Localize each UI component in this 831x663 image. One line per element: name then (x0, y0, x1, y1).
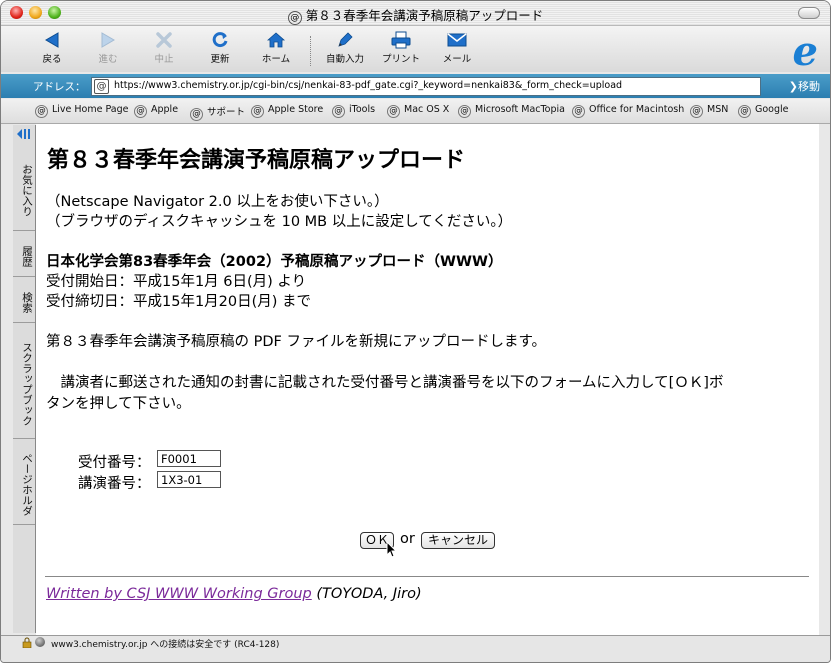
tab-scrapbook[interactable]: スクラップブック (13, 323, 35, 439)
receipt-number-input[interactable]: F0001 (157, 450, 221, 467)
favorite-at-icon: @ (572, 105, 585, 118)
autofill-button[interactable]: 自動入力 (316, 28, 374, 70)
go-label: 移動 (798, 80, 820, 93)
favorite-msn[interactable]: @ MSN (690, 104, 728, 118)
page-content: 第８３春季年会講演予稿原稿アップロード （Netscape Navigator … (36, 124, 819, 635)
favorite-office-for-macintosh[interactable]: @ Office for Macintosh (572, 104, 684, 118)
toolbar-toggle-button[interactable] (798, 7, 820, 19)
refresh-icon (212, 32, 228, 48)
or-text: or (400, 531, 415, 547)
favorite-at-icon: @ (190, 108, 203, 121)
envelope-icon (447, 33, 467, 47)
favorite-google[interactable]: @ Google (738, 104, 789, 118)
instruction-line-2: タンを押して下さい。 (46, 396, 191, 412)
forward-label: 進む (98, 54, 118, 65)
toolbar: 戻る 進む 中止 更新 ホーム 自動入力 プリント メール e (1, 26, 830, 72)
window-title: @ 第８３春季年会講演予稿原稿アップロード (1, 5, 830, 25)
favorite-support[interactable]: @ サポート (190, 104, 245, 121)
browser-window: @ 第８３春季年会講演予稿原稿アップロード 戻る 進む 中止 更新 ホーム 自動入… (0, 0, 831, 663)
stop-label: 中止 (154, 54, 174, 65)
back-arrow-icon (45, 32, 59, 48)
autofill-label: 自動入力 (325, 54, 364, 65)
favorites-bar: @ Live Home Page @ Apple @ サポート @ Apple Stor… (1, 99, 830, 124)
cache-note: （ブラウザのディスクキャッシュを 10 MB 以上に設定してください。） (46, 214, 513, 230)
explorer-sidebar: お気に入り 履歴 検索 スクラップブック ページホルダ (13, 125, 36, 633)
go-button[interactable]: ❯移動 (789, 78, 820, 94)
globe-icon (35, 637, 45, 647)
start-date: 受付開始日：平成15年1月 6日(月) より (46, 274, 307, 290)
favorite-at-icon: @ (35, 105, 48, 118)
home-label: ホーム (261, 54, 291, 65)
favorite-at-icon: @ (690, 105, 703, 118)
tab-history[interactable]: 履歴 (13, 231, 35, 277)
favorite-at-icon: @ (251, 105, 264, 118)
home-button[interactable]: ホーム (247, 28, 305, 70)
favorite-apple[interactable]: @ Apple (134, 104, 178, 118)
end-date: 受付締切日：平成15年1月20日(月) まで (46, 294, 312, 310)
page-title: 第８３春季年会講演予稿原稿アップロード (47, 148, 466, 173)
receipt-number-label: 受付番号： (78, 455, 151, 471)
mouse-pointer-icon (386, 541, 398, 558)
tab-page-holder[interactable]: ページホルダ (13, 439, 35, 525)
favorite-mac-os-x[interactable]: @ Mac OS X (387, 104, 449, 118)
favorite-itools[interactable]: @ iTools (332, 104, 375, 118)
favorite-at-icon: @ (458, 105, 471, 118)
section-heading: 日本化学会第83春季年会（2002）予稿原稿アップロード（WWW） (46, 254, 503, 270)
sidebar-toggle-icon[interactable] (16, 128, 32, 140)
address-label: アドレス： (33, 81, 86, 93)
refresh-label: 更新 (210, 54, 230, 65)
ie-logo-icon[interactable]: e (793, 32, 818, 72)
page-favicon-icon: @ (94, 79, 109, 94)
instruction-line-1: 講演者に郵送された通知の封書に記載された受付番号と講演番号を以下のフォームに入力… (46, 375, 724, 391)
favorite-at-icon: @ (738, 105, 751, 118)
lock-icon[interactable] (22, 637, 32, 648)
browser-note: （Netscape Navigator 2.0 以上をお使い下さい。） (46, 194, 389, 210)
tab-favorites[interactable]: お気に入り (13, 145, 35, 231)
stop-button[interactable]: 中止 (135, 28, 193, 70)
printer-icon (391, 31, 411, 49)
print-button[interactable]: プリント (372, 28, 430, 70)
footer: Written by CSJ WWW Working Group (TOYODA… (46, 586, 422, 602)
mail-label: メール (442, 54, 472, 65)
go-chevron-icon: ❯ (788, 80, 798, 93)
divider (45, 576, 809, 577)
forward-button[interactable]: 進む (79, 28, 137, 70)
status-bar: www3.chemistry.or.jp への接続は安全です (RC4-128) (1, 635, 830, 662)
footer-author: (TOYODA, Jiro) (311, 586, 422, 602)
lecture-number-label: 講演番号： (78, 476, 151, 492)
favorite-live-home-page[interactable]: @ Live Home Page (35, 104, 129, 118)
credits-link[interactable]: Written by CSJ WWW Working Group (46, 586, 312, 602)
forward-arrow-icon (101, 32, 115, 48)
toolbar-separator (310, 36, 312, 66)
back-label: 戻る (42, 54, 62, 65)
tab-search[interactable]: 検索 (13, 277, 35, 323)
refresh-button[interactable]: 更新 (191, 28, 249, 70)
print-label: プリント (381, 54, 420, 65)
status-text: www3.chemistry.or.jp への接続は安全です (RC4-128) (51, 640, 280, 650)
favorite-apple-store[interactable]: @ Apple Store (251, 104, 323, 118)
address-input[interactable]: @ https://www3.chemistry.or.jp/cgi-bin/c… (91, 77, 761, 96)
favorite-microsoft-mactopia[interactable]: @ Microsoft MacTopia (458, 104, 565, 118)
favorite-at-icon: @ (134, 105, 147, 118)
cancel-button[interactable]: キャンセル (421, 532, 495, 549)
stop-x-icon (156, 32, 172, 48)
autofill-pen-icon (338, 32, 353, 47)
back-button[interactable]: 戻る (23, 28, 81, 70)
home-icon (266, 32, 286, 48)
right-edge (819, 124, 830, 635)
favorite-at-icon: @ (387, 105, 400, 118)
favorite-at-icon: @ (332, 105, 345, 118)
description: 第８３春季年会講演予稿原稿の PDF ファイルを新規にアップロードします。 (46, 334, 547, 350)
address-bar: アドレス： @ https://www3.chemistry.or.jp/cgi… (1, 74, 830, 98)
address-url: https://www3.chemistry.or.jp/cgi-bin/csj… (114, 80, 623, 91)
title-bar[interactable]: @ 第８３春季年会講演予稿原稿アップロード (1, 1, 830, 26)
lecture-number-input[interactable]: 1X3-01 (157, 471, 221, 488)
secure-page-icon: @ (287, 11, 302, 25)
mail-button[interactable]: メール (428, 28, 486, 70)
